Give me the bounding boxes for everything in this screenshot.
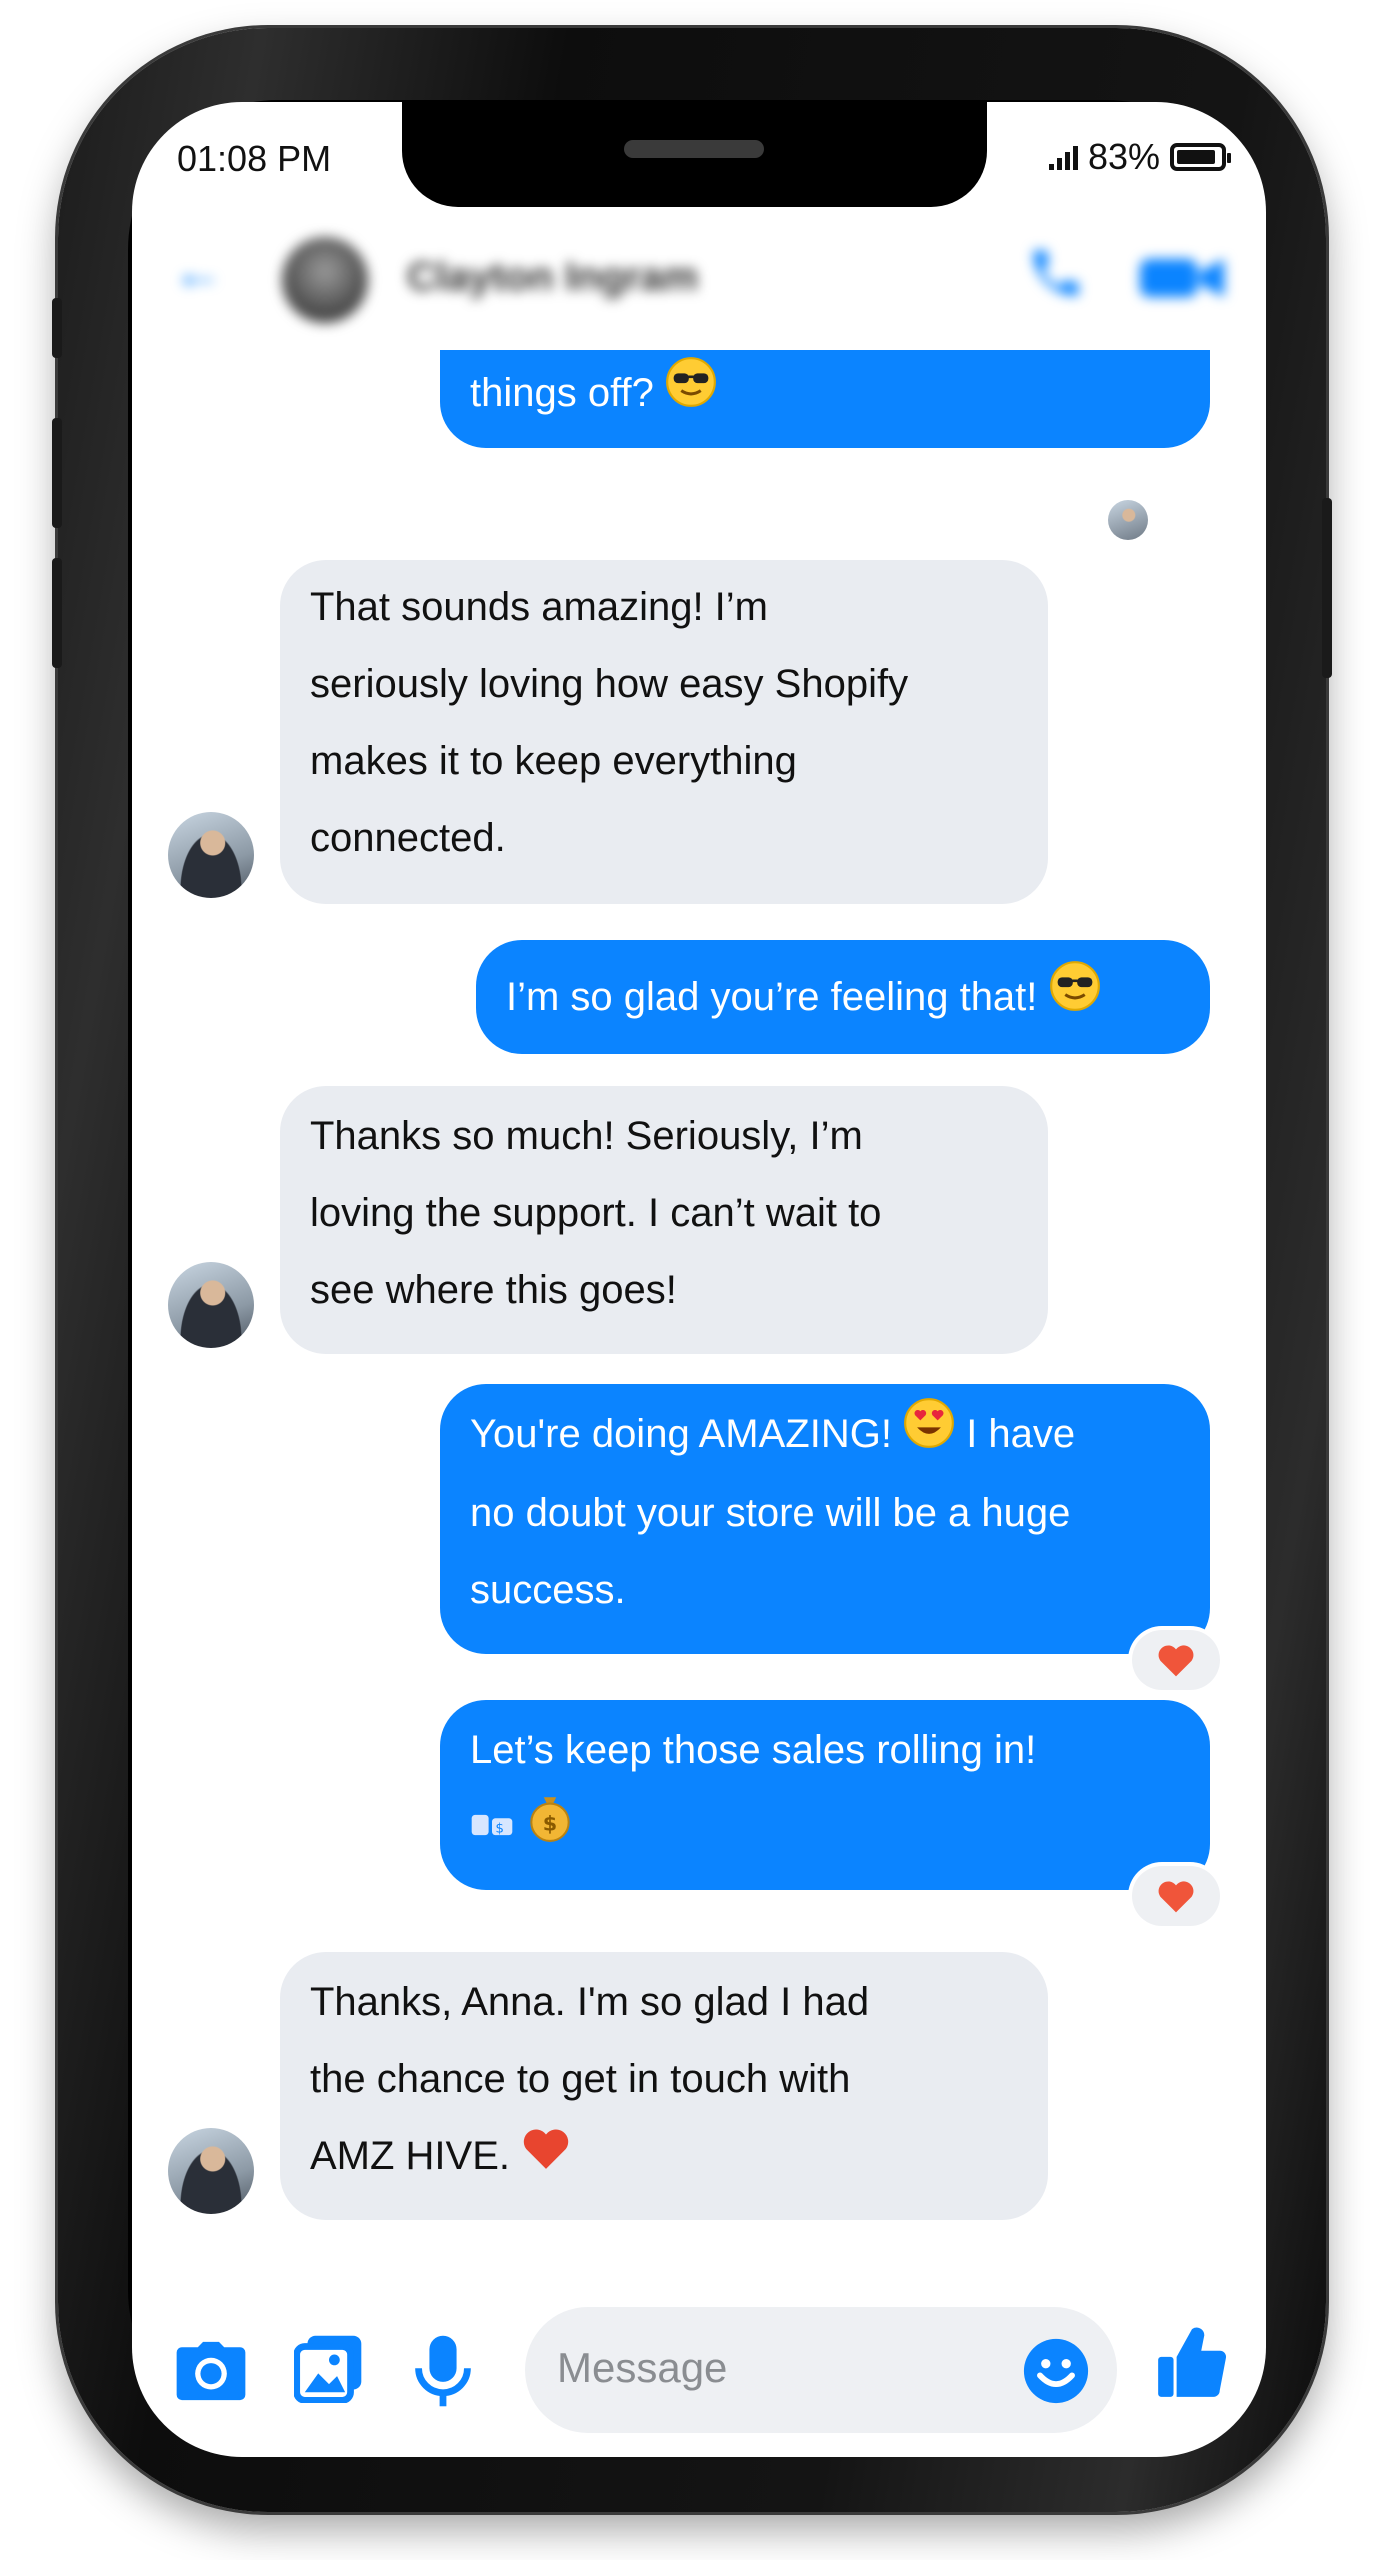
svg-text:$: $ <box>495 1821 504 1837</box>
message-line: Thanks, Anna. I'm so glad I had <box>310 1980 870 2024</box>
sunglasses-emoji-icon <box>1049 952 1101 1046</box>
message-line: connected. <box>310 816 506 860</box>
battery-icon <box>1170 143 1231 171</box>
video-call-icon[interactable] <box>1138 255 1226 301</box>
power-button <box>1322 498 1332 678</box>
message-text: You're doing AMAZING! <box>470 1412 892 1456</box>
battery-percent: 83% <box>1087 136 1160 177</box>
gallery-icon[interactable] <box>294 2333 364 2403</box>
message-line: the chance to get in touch with <box>310 2057 851 2101</box>
message-line: success. <box>470 1568 626 1613</box>
volume-down-button <box>52 558 62 668</box>
message-line: Thanks so much! Seriously, I’m <box>310 1114 863 1158</box>
contact-name[interactable]: Clayton Ingram <box>407 255 698 300</box>
notch <box>402 102 987 207</box>
message-line: loving the support. I can’t wait to <box>310 1191 882 1235</box>
message-composer: Message <box>132 2277 1266 2457</box>
message-line: AMZ HIVE. <box>310 2118 1018 2197</box>
voice-call-icon[interactable] <box>1026 243 1086 303</box>
money-bag-emoji-icon: $ <box>525 1789 575 1869</box>
sender-avatar[interactable] <box>168 1262 254 1348</box>
incoming-message[interactable]: Thanks so much! Seriously, I’m loving th… <box>280 1086 1048 1354</box>
incoming-message[interactable]: That sounds amazing! I’m seriously lovin… <box>280 560 1048 904</box>
messenger-screen: 01:08 PM 83% ← Clayton Ingram things off… <box>132 102 1266 2457</box>
message-line: no doubt your store will be a huge <box>470 1491 1071 1536</box>
message-text: I’m so glad you’re feeling that! <box>506 975 1038 1019</box>
svg-text:$: $ <box>543 1812 557 1836</box>
back-arrow-icon[interactable]: ← <box>172 246 224 298</box>
silent-switch <box>52 298 62 358</box>
message-line: $ $ <box>470 1789 1180 1869</box>
message-line: seriously loving how easy Shopify <box>310 662 909 706</box>
emoji-picker-icon[interactable] <box>1021 2336 1091 2406</box>
status-indicators: 83% <box>1048 136 1231 178</box>
outgoing-message[interactable]: things off? <box>440 350 1210 448</box>
message-line: That sounds amazing! I’m <box>310 585 768 629</box>
outgoing-message[interactable]: Let’s keep those sales rolling in! $ $ <box>440 1700 1210 1890</box>
signal-icon <box>1048 144 1078 170</box>
message-text: things off? <box>470 371 654 415</box>
heart-reaction-icon <box>1158 1645 1194 1677</box>
message-line: see where this goes! <box>310 1268 677 1312</box>
outgoing-message[interactable]: I’m so glad you’re feeling that! <box>476 940 1210 1054</box>
heart-reaction-badge[interactable] <box>1132 1630 1220 1690</box>
status-time: 01:08 PM <box>177 138 332 179</box>
sunglasses-emoji-icon <box>665 352 717 438</box>
red-heart-emoji-icon <box>521 2120 571 2197</box>
heart-reaction-badge[interactable] <box>1132 1866 1220 1926</box>
message-line: You're doing AMAZING! I have <box>470 1396 1180 1475</box>
sender-avatar[interactable] <box>168 812 254 898</box>
message-line: Let’s keep those sales rolling in! <box>470 1728 1037 1772</box>
microphone-icon[interactable] <box>412 2333 474 2409</box>
heart-eyes-emoji-icon <box>903 1397 955 1475</box>
volume-up-button <box>52 418 62 528</box>
camera-icon[interactable] <box>174 2339 248 2403</box>
message-text: AMZ HIVE. <box>310 2134 511 2178</box>
message-placeholder: Message <box>557 2344 728 2391</box>
outgoing-message[interactable]: You're doing AMAZING! I have no doubt yo… <box>440 1384 1210 1654</box>
contact-avatar[interactable] <box>282 237 368 323</box>
heart-reaction-icon <box>1158 1881 1194 1913</box>
incoming-message[interactable]: Thanks, Anna. I'm so glad I had the chan… <box>280 1952 1048 2220</box>
message-text: I have <box>966 1412 1076 1456</box>
thumbs-up-icon[interactable] <box>1154 2323 1230 2403</box>
message-line: makes it to keep everything <box>310 739 797 783</box>
speaker-grille <box>624 140 764 158</box>
seen-receipt-avatar <box>1108 500 1148 540</box>
chat-header: ← Clayton Ingram <box>132 227 1266 337</box>
sale-tag-emoji-icon: $ <box>470 1791 514 1868</box>
message-input[interactable]: Message <box>525 2307 1117 2433</box>
sender-avatar[interactable] <box>168 2128 254 2214</box>
